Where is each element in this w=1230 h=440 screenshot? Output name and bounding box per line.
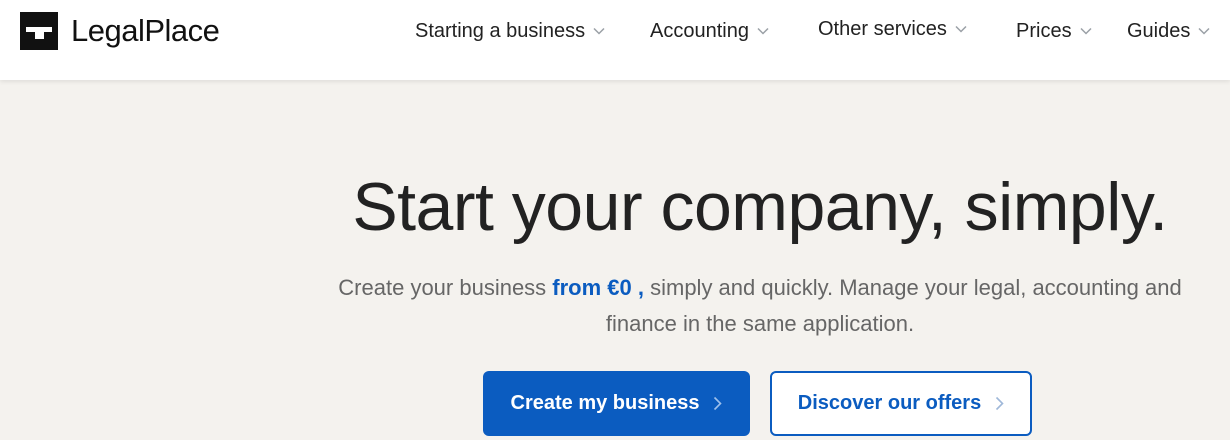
chevron-down-icon [955, 25, 967, 33]
nav-item-label: Prices [1016, 19, 1072, 42]
logo[interactable]: LegalPlace [20, 12, 220, 50]
nav-item-starting-a-business[interactable]: Starting a business [415, 18, 605, 44]
create-business-button[interactable]: Create my business [483, 371, 750, 436]
hero-headline: Start your company, simply. [352, 169, 1168, 245]
price-highlight: from €0 , [552, 275, 644, 300]
subtitle-text: simply and quickly. Manage your legal, a… [605, 275, 1182, 336]
hero-section: Start your company, simply. Create your … [0, 80, 1230, 440]
nav-item-prices[interactable]: Prices [1016, 18, 1092, 44]
nav-item-label: Other services [818, 17, 947, 40]
nav-item-label: Guides [1127, 19, 1191, 42]
discover-offers-label: Discover our offers [797, 392, 982, 414]
chevron-down-icon [757, 27, 769, 35]
logo-icon [20, 12, 58, 50]
subtitle-text: Create your business [338, 275, 553, 300]
brand-name: LegalPlace [71, 13, 220, 48]
chevron-down-icon [1198, 27, 1210, 35]
nav-item-label: Accounting [650, 19, 749, 42]
site-header: LegalPlace Starting a business Accountin… [0, 0, 1230, 80]
chevron-down-icon [593, 27, 605, 35]
chevron-right-icon [996, 396, 1004, 411]
discover-offers-button[interactable]: Discover our offers [770, 371, 1032, 436]
create-business-label: Create my business [510, 392, 700, 414]
nav-item-guides[interactable]: Guides [1127, 18, 1210, 44]
nav-item-accounting[interactable]: Accounting [650, 18, 769, 44]
hero-subtitle: Create your business from €0 , simply an… [330, 270, 1190, 342]
nav-item-other-services[interactable]: Other services [818, 16, 967, 42]
chevron-down-icon [1080, 27, 1092, 35]
nav-item-label: Starting a business [415, 19, 586, 42]
chevron-right-icon [714, 396, 723, 411]
